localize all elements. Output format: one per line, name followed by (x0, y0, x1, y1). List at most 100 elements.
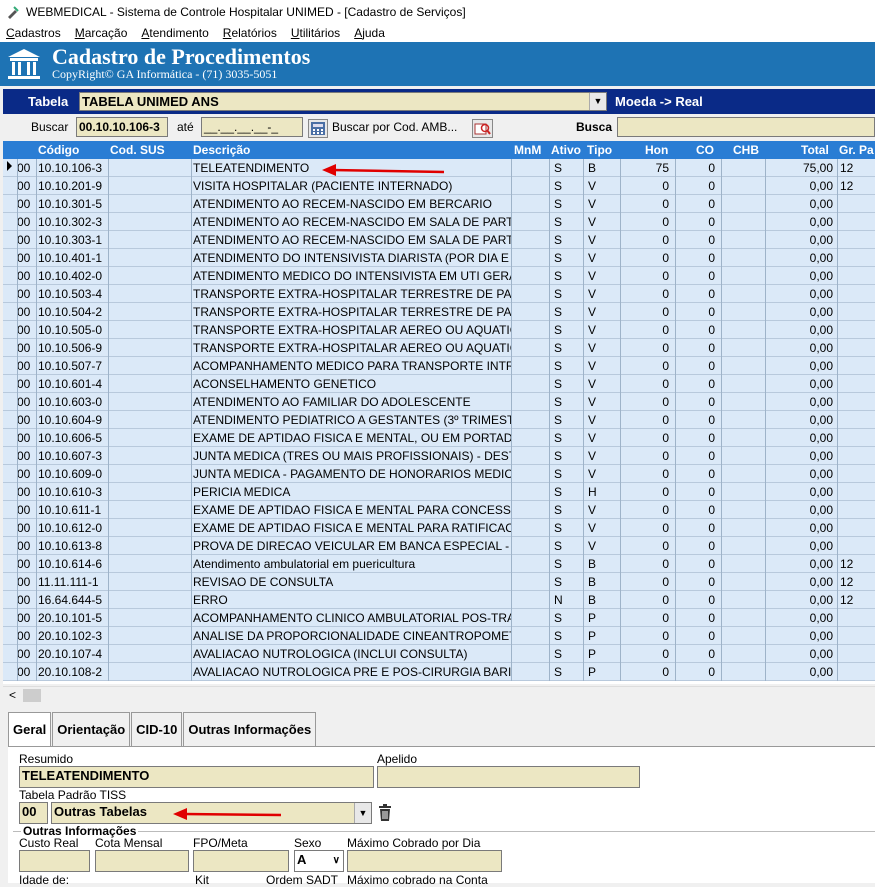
table-row[interactable]: 00 10.10.401-1 ATENDIMENTO DO INTENSIVISTA… (3, 249, 875, 267)
table-row[interactable]: 00 10.10.506-9 TRANSPORTE EXTRA-HOSPITALAR… (3, 339, 875, 357)
grid-horizontal-scrollbar[interactable]: < (3, 686, 875, 703)
table-row[interactable]: 00 10.10.609-0 JUNTA MEDICA - PAGAMENTO DE… (3, 465, 875, 483)
col-descricao[interactable]: Descrição (193, 143, 250, 157)
table-row[interactable]: 00 10.10.606-5 EXAME DE APTIDAO FISICA E M… (3, 429, 875, 447)
col-hon[interactable]: Hon (645, 143, 668, 157)
cell-ativo: S (554, 647, 563, 661)
cell-total: 0,00 (809, 449, 833, 463)
col-cod-sus[interactable]: Cod. SUS (110, 143, 165, 157)
cell-tipo: P (588, 611, 597, 625)
tab-orientacao[interactable]: Orientação (52, 712, 131, 746)
chevron-down-icon[interactable]: ▼ (354, 803, 371, 823)
resumido-input[interactable]: TELEATENDIMENTO (19, 766, 374, 788)
table-row[interactable]: 00 10.10.611-1 EXAME DE APTIDAO FISICA E M… (3, 501, 875, 519)
buscar-label: Buscar (31, 120, 69, 134)
table-row[interactable]: 00 20.10.107-4 AVALIACAO NUTROLOGICA (INCL… (3, 645, 875, 663)
tab-cid10[interactable]: CID-10 (131, 712, 183, 746)
table-row[interactable]: 00 10.10.302-3 ATENDIMENTO AO RECEM-NASCID… (3, 213, 875, 231)
cell-tipo: V (588, 467, 597, 481)
table-row[interactable]: 00 10.10.303-1 ATENDIMENTO AO RECEM-NASCID… (3, 231, 875, 249)
table-row[interactable]: 00 10.10.601-4 ACONSELHAMENTO GENETICO S V 0 0… (3, 375, 875, 393)
table-row[interactable]: 00 10.10.504-2 TRANSPORTE EXTRA-HOSPITALAR… (3, 303, 875, 321)
cell-prefix: 00 (17, 233, 31, 247)
chevron-down-icon[interactable]: ▼ (589, 93, 606, 110)
custo-real-input[interactable] (19, 850, 90, 872)
grid-divider (675, 159, 676, 681)
search-book-icon[interactable] (472, 119, 493, 138)
cell-total: 0,00 (809, 377, 833, 391)
apelido-input[interactable] (377, 766, 640, 788)
buscar-amb-button[interactable]: Buscar por Cod. AMB... (332, 120, 457, 134)
table-row[interactable]: 00 10.10.604-9 ATENDIMENTO PEDIATRICO A GE… (3, 411, 875, 429)
menu-relatorios[interactable]: Relatórios (223, 26, 277, 40)
busca-input[interactable] (617, 117, 875, 137)
table-row[interactable]: 00 10.10.610-3 PERICIA MEDICA S H 0 0 0,00 (3, 483, 875, 501)
table-row[interactable]: 00 20.10.102-3 ANALISE DA PROPORCIONALIDAD… (3, 627, 875, 645)
table-row[interactable]: 00 10.10.613-8 PROVA DE DIRECAO VEICULAR E… (3, 537, 875, 555)
calculator-icon[interactable] (308, 119, 328, 138)
table-row[interactable]: 00 10.10.503-4 TRANSPORTE EXTRA-HOSPITALAR… (3, 285, 875, 303)
cell-ativo: S (554, 269, 563, 283)
tab-geral[interactable]: Geral (8, 712, 52, 748)
table-row[interactable]: 00 10.10.201-9 VISITA HOSPITALAR (PACIENTE… (3, 177, 875, 195)
scroll-thumb[interactable] (23, 689, 41, 702)
table-row[interactable]: 00 10.10.402-0 ATENDIMENTO MEDICO DO INTEN… (3, 267, 875, 285)
menu-utilitarios[interactable]: Utilitários (291, 26, 340, 40)
col-ativo[interactable]: Ativo (551, 143, 581, 157)
cell-co: 0 (708, 467, 715, 481)
chevron-down-icon[interactable]: ∨ (333, 852, 340, 870)
cell-prefix: 00 (17, 215, 31, 229)
cell-codigo: 10.10.601-4 (38, 377, 103, 391)
table-row[interactable]: 00 10.10.603-0 ATENDIMENTO AO FAMILIAR DO … (3, 393, 875, 411)
cell-prefix: 00 (17, 305, 31, 319)
search-to-input[interactable]: __.__.__.__-_ (201, 117, 303, 137)
cell-co: 0 (708, 251, 715, 265)
col-chb[interactable]: CHB (733, 143, 759, 157)
sexo-select[interactable]: A ∨ (294, 850, 344, 872)
table-row[interactable]: 00 10.10.612-0 EXAME DE APTIDAO FISICA E M… (3, 519, 875, 537)
tab-outras-informacoes[interactable]: Outras Informações (183, 712, 317, 746)
cell-total: 0,00 (809, 413, 833, 427)
cell-hon: 0 (662, 449, 669, 463)
table-row[interactable]: 00 10.10.507-7 ACOMPANHAMENTO MEDICO PARA … (3, 357, 875, 375)
tiss-code-input[interactable]: 00 (19, 802, 48, 824)
menu-cadastros[interactable]: Cadastros (6, 26, 61, 40)
table-row[interactable]: 00 10.10.614-6 Atendimento ambulatorial em… (3, 555, 875, 573)
custo-real-label: Custo Real (19, 836, 79, 850)
cell-total: 0,00 (809, 233, 833, 247)
cell-descricao: ATENDIMENTO MEDICO DO INTENSIVISTA EM UT… (193, 269, 511, 283)
maximo-dia-input[interactable] (347, 850, 502, 872)
menu-ajuda[interactable]: Ajuda (354, 26, 385, 40)
table-row[interactable]: 00 11.11.111-1 REVISAO DE CONSULTA S B 0 0 0,00… (3, 573, 875, 591)
cell-codigo: 10.10.612-0 (38, 521, 103, 535)
table-row[interactable]: 00 10.10.505-0 TRANSPORTE EXTRA-HOSPITALAR… (3, 321, 875, 339)
tabela-select[interactable]: TABELA UNIMED ANS ▼ (79, 92, 607, 111)
col-mnm[interactable]: MnM (514, 143, 541, 157)
cell-codigo: 10.10.201-9 (38, 179, 103, 193)
tiss-select-value: Outras Tabelas (54, 804, 147, 819)
search-from-input[interactable]: 00.10.10.106-3 (76, 117, 168, 137)
col-tipo[interactable]: Tipo (587, 143, 612, 157)
col-gr-pa[interactable]: Gr. Pa (839, 143, 874, 157)
menu-atendimento[interactable]: Atendimento (141, 26, 208, 40)
cell-total: 0,00 (809, 431, 833, 445)
cell-total: 0,00 (809, 341, 833, 355)
table-row[interactable]: 00 20.10.108-2 AVALIACAO NUTROLOGICA PRE E… (3, 663, 875, 681)
table-row[interactable]: 00 10.10.607-3 JUNTA MEDICA (TRES OU MAIS … (3, 447, 875, 465)
cell-total: 0,00 (809, 305, 833, 319)
cell-co: 0 (708, 413, 715, 427)
menu-bar: Cadastros Marcação Atendimento Relatório… (0, 23, 875, 42)
cota-mensal-input[interactable] (95, 850, 189, 872)
table-row[interactable]: 00 10.10.301-5 ATENDIMENTO AO RECEM-NASCID… (3, 195, 875, 213)
trash-icon[interactable] (375, 803, 395, 823)
search-bar: Buscar 00.10.10.106-3 até __.__.__.__-_ … (0, 116, 875, 140)
col-codigo[interactable]: Código (38, 143, 79, 157)
table-row[interactable]: 00 20.10.101-5 ACOMPANHAMENTO CLINICO AMBU… (3, 609, 875, 627)
menu-marcacao[interactable]: Marcação (75, 26, 128, 40)
col-total[interactable]: Total (801, 143, 829, 157)
cell-tipo: H (588, 485, 597, 499)
fpo-meta-input[interactable] (193, 850, 289, 872)
col-co[interactable]: CO (696, 143, 714, 157)
table-row[interactable]: 00 16.64.644-5 ERRO N B 0 0 0,00 12 (3, 591, 875, 609)
scroll-left-icon[interactable]: < (9, 688, 16, 702)
